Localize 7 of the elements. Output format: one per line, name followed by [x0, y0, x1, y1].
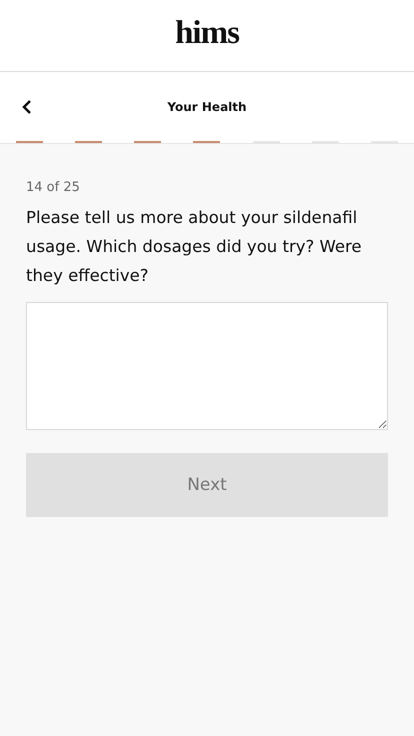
- answer-field[interactable]: [26, 302, 388, 430]
- back-icon: [22, 100, 32, 114]
- question-text: Please tell us more about your sildenafil usage. Which dosages did you try? Were they effective?: [26, 207, 363, 287]
- step-counter: 14 of 25: [26, 180, 81, 195]
- nav-title: Your Health: [167, 100, 247, 114]
- logo: hims: [175, 15, 239, 52]
- back-button[interactable]: [20, 98, 34, 116]
